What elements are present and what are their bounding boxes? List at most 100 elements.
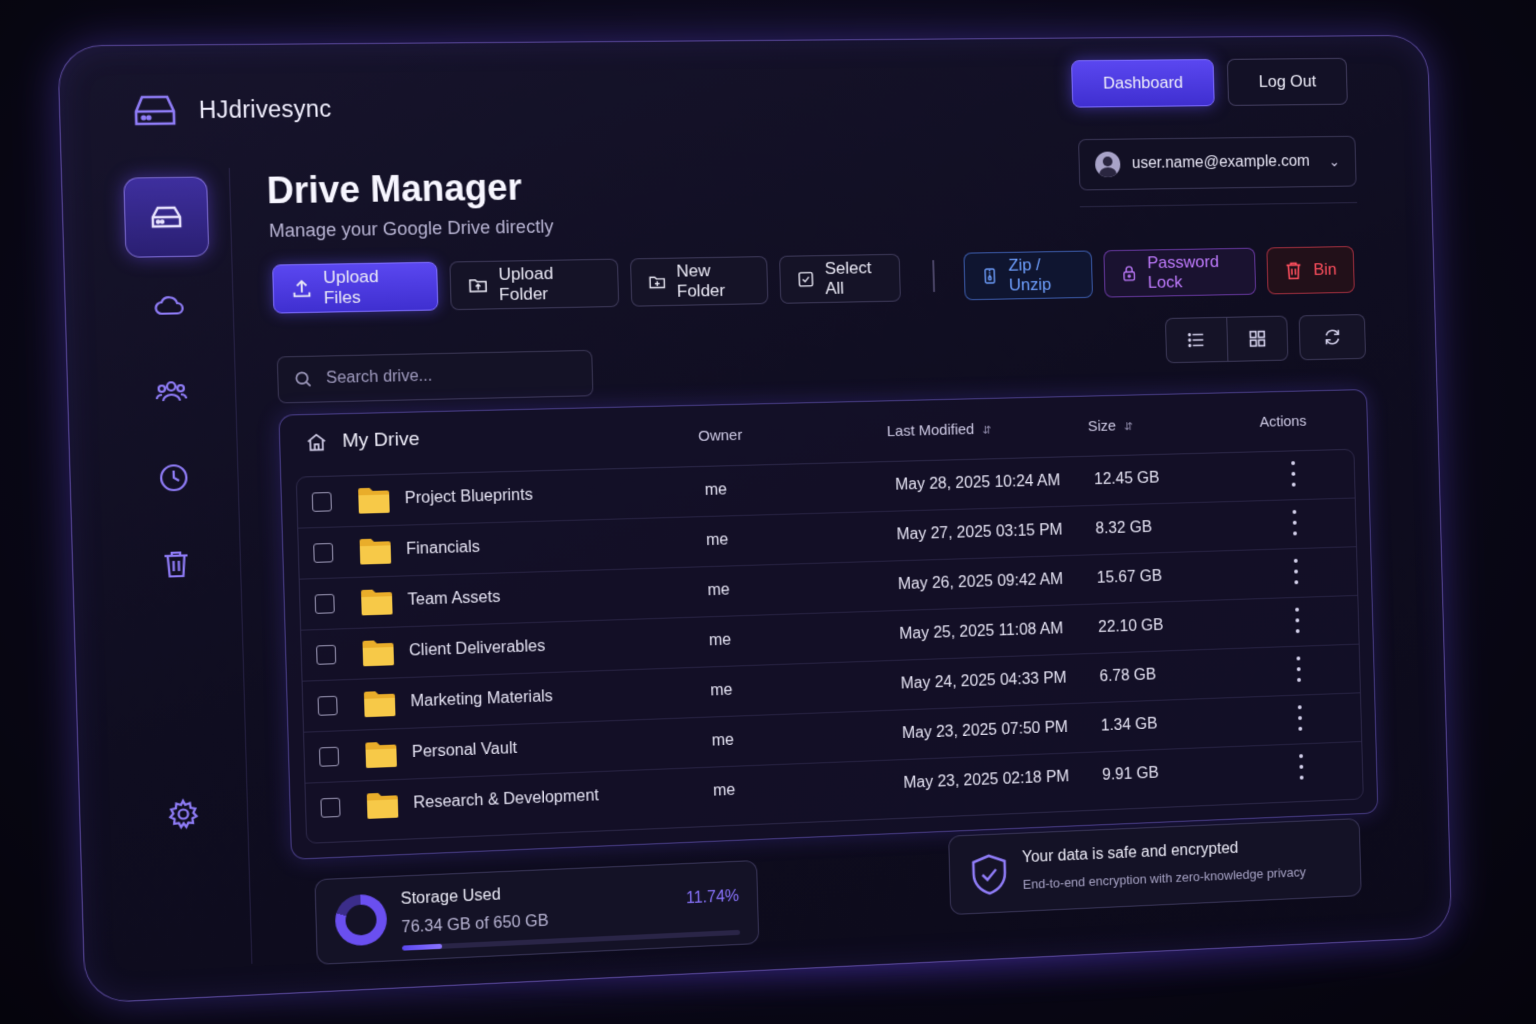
sidebar-item-cloud[interactable] — [126, 265, 212, 347]
refresh-button[interactable] — [1299, 314, 1366, 360]
new-folder-label: New Folder — [676, 260, 751, 301]
search-icon — [293, 369, 314, 390]
row-checkbox[interactable] — [313, 543, 333, 563]
lock-icon — [1120, 262, 1138, 284]
more-actions-icon[interactable] — [1292, 559, 1300, 585]
storage-value: 76.34 GB of 650 GB — [401, 913, 549, 938]
security-title: Your data is safe and encrypted — [1022, 840, 1239, 867]
dashboard-button[interactable]: Dashboard — [1071, 59, 1215, 108]
row-name[interactable]: Marketing Materials — [410, 688, 553, 711]
row-last-modified: May 23, 2025 02:18 PM — [903, 768, 1069, 793]
storage-percent: 11.74% — [686, 888, 740, 908]
row-name[interactable]: Client Deliverables — [409, 638, 546, 661]
storage-card: Storage Used 76.34 GB of 650 GB 11.74% — [314, 860, 759, 965]
search-input[interactable]: Search drive... — [277, 350, 594, 404]
row-owner: me — [713, 782, 736, 801]
user-email: user.name@example.com — [1132, 153, 1310, 173]
row-owner: me — [711, 732, 734, 751]
sidebar-item-trash[interactable] — [133, 523, 219, 606]
sort-icon: ⇵ — [982, 425, 991, 437]
users-icon — [154, 375, 188, 409]
row-checkbox[interactable] — [312, 492, 332, 512]
page-title: Drive Manager — [266, 166, 522, 212]
sidebar-item-recent[interactable] — [131, 437, 217, 519]
row-owner: me — [706, 531, 729, 550]
search-placeholder: Search drive... — [326, 367, 433, 388]
breadcrumb[interactable]: My Drive — [305, 429, 420, 454]
sort-icon: ⇵ — [1124, 421, 1133, 433]
file-table: My Drive Owner Last Modified ⇵ Size ⇵ Acti… — [278, 389, 1378, 860]
logout-button[interactable]: Log Out — [1227, 58, 1348, 106]
zip-unzip-button[interactable]: Zip / Unzip — [963, 250, 1093, 300]
app-name: HJdrivesync — [199, 95, 332, 124]
row-checkbox[interactable] — [319, 747, 339, 767]
row-name[interactable]: Financials — [406, 539, 480, 559]
upload-icon — [290, 277, 313, 300]
password-lock-button[interactable]: Password Lock — [1103, 248, 1256, 298]
select-all-button[interactable]: Select All — [779, 254, 901, 304]
upload-files-button[interactable]: Upload Files — [272, 262, 438, 314]
row-size: 15.67 GB — [1097, 568, 1163, 588]
more-actions-icon[interactable] — [1297, 754, 1305, 780]
checkbox-checked-icon — [796, 268, 815, 290]
more-actions-icon[interactable] — [1289, 461, 1297, 487]
row-last-modified: May 28, 2025 10:24 AM — [895, 472, 1061, 494]
table-body: Project Blueprints me May 28, 2025 10:24 A… — [296, 449, 1364, 844]
user-dropdown[interactable]: user.name@example.com ⌄ — [1078, 136, 1357, 191]
row-owner: me — [709, 632, 732, 651]
folder-icon — [358, 536, 392, 565]
shield-check-icon — [969, 852, 1009, 897]
column-actions: Actions — [1259, 413, 1306, 431]
list-view-button[interactable] — [1166, 318, 1227, 362]
folder-plus-icon — [647, 271, 666, 293]
row-name[interactable]: Project Blueprints — [405, 487, 534, 509]
row-owner: me — [710, 682, 733, 701]
more-actions-icon[interactable] — [1291, 510, 1299, 536]
upload-folder-button[interactable]: Upload Folder — [449, 259, 619, 311]
row-owner: me — [704, 481, 727, 500]
row-size: 12.45 GB — [1094, 470, 1160, 490]
column-size-label: Size — [1088, 418, 1117, 435]
more-actions-icon[interactable] — [1295, 656, 1303, 682]
row-checkbox[interactable] — [316, 645, 336, 665]
folder-upload-icon — [467, 274, 489, 297]
sidebar-item-settings[interactable] — [140, 773, 226, 856]
upload-files-label: Upload Files — [323, 266, 421, 308]
grid-view-button[interactable] — [1226, 317, 1288, 361]
app-window: HJdrivesync Dashboard Log Out user.name@… — [57, 35, 1452, 1004]
row-name[interactable]: Personal Vault — [412, 740, 518, 762]
trash-icon — [1283, 260, 1304, 282]
row-checkbox[interactable] — [318, 696, 338, 716]
clock-icon — [157, 461, 191, 495]
sidebar-item-shared[interactable] — [128, 351, 214, 433]
drive-icon — [149, 200, 183, 233]
row-checkbox[interactable] — [315, 594, 335, 614]
bin-button[interactable]: Bin — [1266, 246, 1354, 294]
breadcrumb-root: My Drive — [342, 429, 420, 453]
more-actions-icon[interactable] — [1293, 608, 1301, 634]
folder-icon — [360, 587, 394, 617]
row-last-modified: May 24, 2025 04:33 PM — [900, 670, 1066, 694]
more-actions-icon[interactable] — [1296, 705, 1304, 731]
brand: HJdrivesync — [133, 91, 331, 128]
folder-icon — [363, 689, 397, 719]
trash-icon — [159, 547, 193, 581]
row-name[interactable]: Research & Development — [413, 787, 599, 813]
column-last-modified[interactable]: Last Modified ⇵ — [887, 421, 992, 440]
folder-icon — [364, 739, 398, 769]
divider — [1080, 202, 1357, 207]
page-subtitle: Manage your Google Drive directly — [269, 216, 554, 242]
row-last-modified: May 26, 2025 09:42 AM — [898, 571, 1064, 594]
new-folder-button[interactable]: New Folder — [630, 256, 768, 307]
row-name[interactable]: Team Assets — [407, 589, 500, 610]
row-last-modified: May 25, 2025 11:08 AM — [899, 620, 1063, 643]
select-all-label: Select All — [824, 258, 884, 299]
upload-folder-label: Upload Folder — [498, 263, 602, 305]
row-checkbox[interactable] — [320, 798, 340, 818]
chevron-down-icon: ⌄ — [1329, 153, 1341, 170]
list-icon — [1186, 329, 1208, 351]
column-size[interactable]: Size ⇵ — [1088, 417, 1133, 435]
row-size: 9.91 GB — [1102, 765, 1159, 785]
zip-file-icon — [980, 265, 999, 287]
sidebar-item-drive[interactable] — [123, 176, 209, 257]
